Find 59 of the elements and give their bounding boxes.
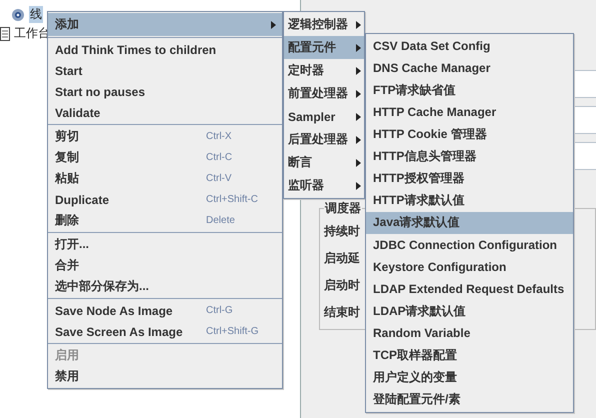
text-field[interactable] [573, 106, 596, 134]
menu-item[interactable]: 禁用 [48, 366, 282, 387]
menu-item[interactable]: LDAP Extended Request Defaults [366, 278, 573, 300]
menu-item[interactable]: Start no pauses [48, 81, 282, 102]
submenu-arrow-icon [356, 112, 361, 120]
field-label: 结束时 [324, 304, 360, 321]
menu-item[interactable]: JDBC Connection Configuration [366, 234, 573, 256]
menu-item[interactable]: LDAP请求默认值 [366, 300, 573, 322]
submenu-arrow-icon [356, 66, 361, 74]
menu-item[interactable]: HTTP Cookie 管理器 [366, 123, 573, 146]
menu-item[interactable]: Save Screen As Image Ctrl+Shift-G [48, 321, 282, 342]
menu-item[interactable]: 删除 Delete [48, 210, 282, 231]
menu-item[interactable]: 添加 [48, 13, 282, 36]
menu-item[interactable]: Java请求默认值 [366, 212, 573, 234]
menu-item[interactable]: 合并 [48, 255, 282, 276]
menu-item[interactable]: 监听器 [284, 174, 364, 197]
field-label: 启动延 [324, 250, 360, 267]
menu-item[interactable]: HTTP信息头管理器 [366, 145, 573, 168]
menu-item[interactable]: 逻辑控制器 [284, 13, 364, 36]
menu-item[interactable]: Duplicate Ctrl+Shift-C [48, 189, 282, 210]
menu-item[interactable]: 粘贴 Ctrl-V [48, 168, 282, 189]
submenu-arrow-icon [356, 158, 361, 166]
menu-item[interactable]: 定时器 [284, 59, 364, 82]
menu-item[interactable]: Keystore Configuration [366, 256, 573, 278]
menu-item[interactable]: 用户定义的变量 [366, 366, 573, 388]
menu-item[interactable]: Start [48, 60, 282, 81]
menu-item[interactable]: Random Variable [366, 322, 573, 344]
menu-item[interactable]: 断言 [284, 151, 364, 174]
gear-icon [10, 8, 26, 22]
field-label: 持续时 [324, 223, 360, 240]
menu-item[interactable]: 选中部分保存为... [48, 276, 282, 297]
menu-item[interactable]: 配置元件 [284, 36, 364, 59]
menu-item[interactable]: Save Node As Image Ctrl-G [48, 300, 282, 321]
menu-item[interactable]: HTTP Cache Manager [366, 101, 573, 124]
menu-item[interactable]: 前置处理器 [284, 82, 364, 105]
menu-item[interactable]: FTP请求缺省值 [366, 79, 573, 102]
tree-node[interactable]: 线 [29, 6, 43, 23]
menu-item[interactable]: HTTP请求默认值 [366, 190, 573, 212]
submenu-arrow-icon [356, 44, 361, 52]
menu-item[interactable]: Sampler [284, 105, 364, 128]
menu-item[interactable]: TCP取样器配置 [366, 344, 573, 366]
group-title: 调度器 [324, 200, 362, 217]
menu-item[interactable]: 剪切 Ctrl-X [48, 126, 282, 147]
text-field[interactable] [573, 142, 596, 170]
submenu-arrow-icon [356, 20, 361, 28]
text-field[interactable] [573, 70, 596, 98]
field-label: 启动时 [324, 277, 360, 294]
menu-item[interactable]: Add Think Times to children [48, 39, 282, 60]
menu-item[interactable]: CSV Data Set Config [366, 35, 573, 58]
menu-item[interactable]: Validate [48, 102, 282, 123]
submenu-arrow-icon [356, 90, 361, 98]
submenu-arrow-icon [356, 136, 361, 144]
menu-item[interactable]: DNS Cache Manager [366, 57, 573, 80]
menu-item[interactable]: 登陆配置元件/素 [366, 388, 573, 411]
submenu-arrow-icon [356, 182, 361, 190]
menu-item[interactable]: 后置处理器 [284, 128, 364, 151]
menu-item[interactable]: 打开... [48, 234, 282, 255]
menu-item[interactable]: 复制 Ctrl-C [48, 147, 282, 168]
menu-item[interactable]: HTTP授权管理器 [366, 168, 573, 190]
